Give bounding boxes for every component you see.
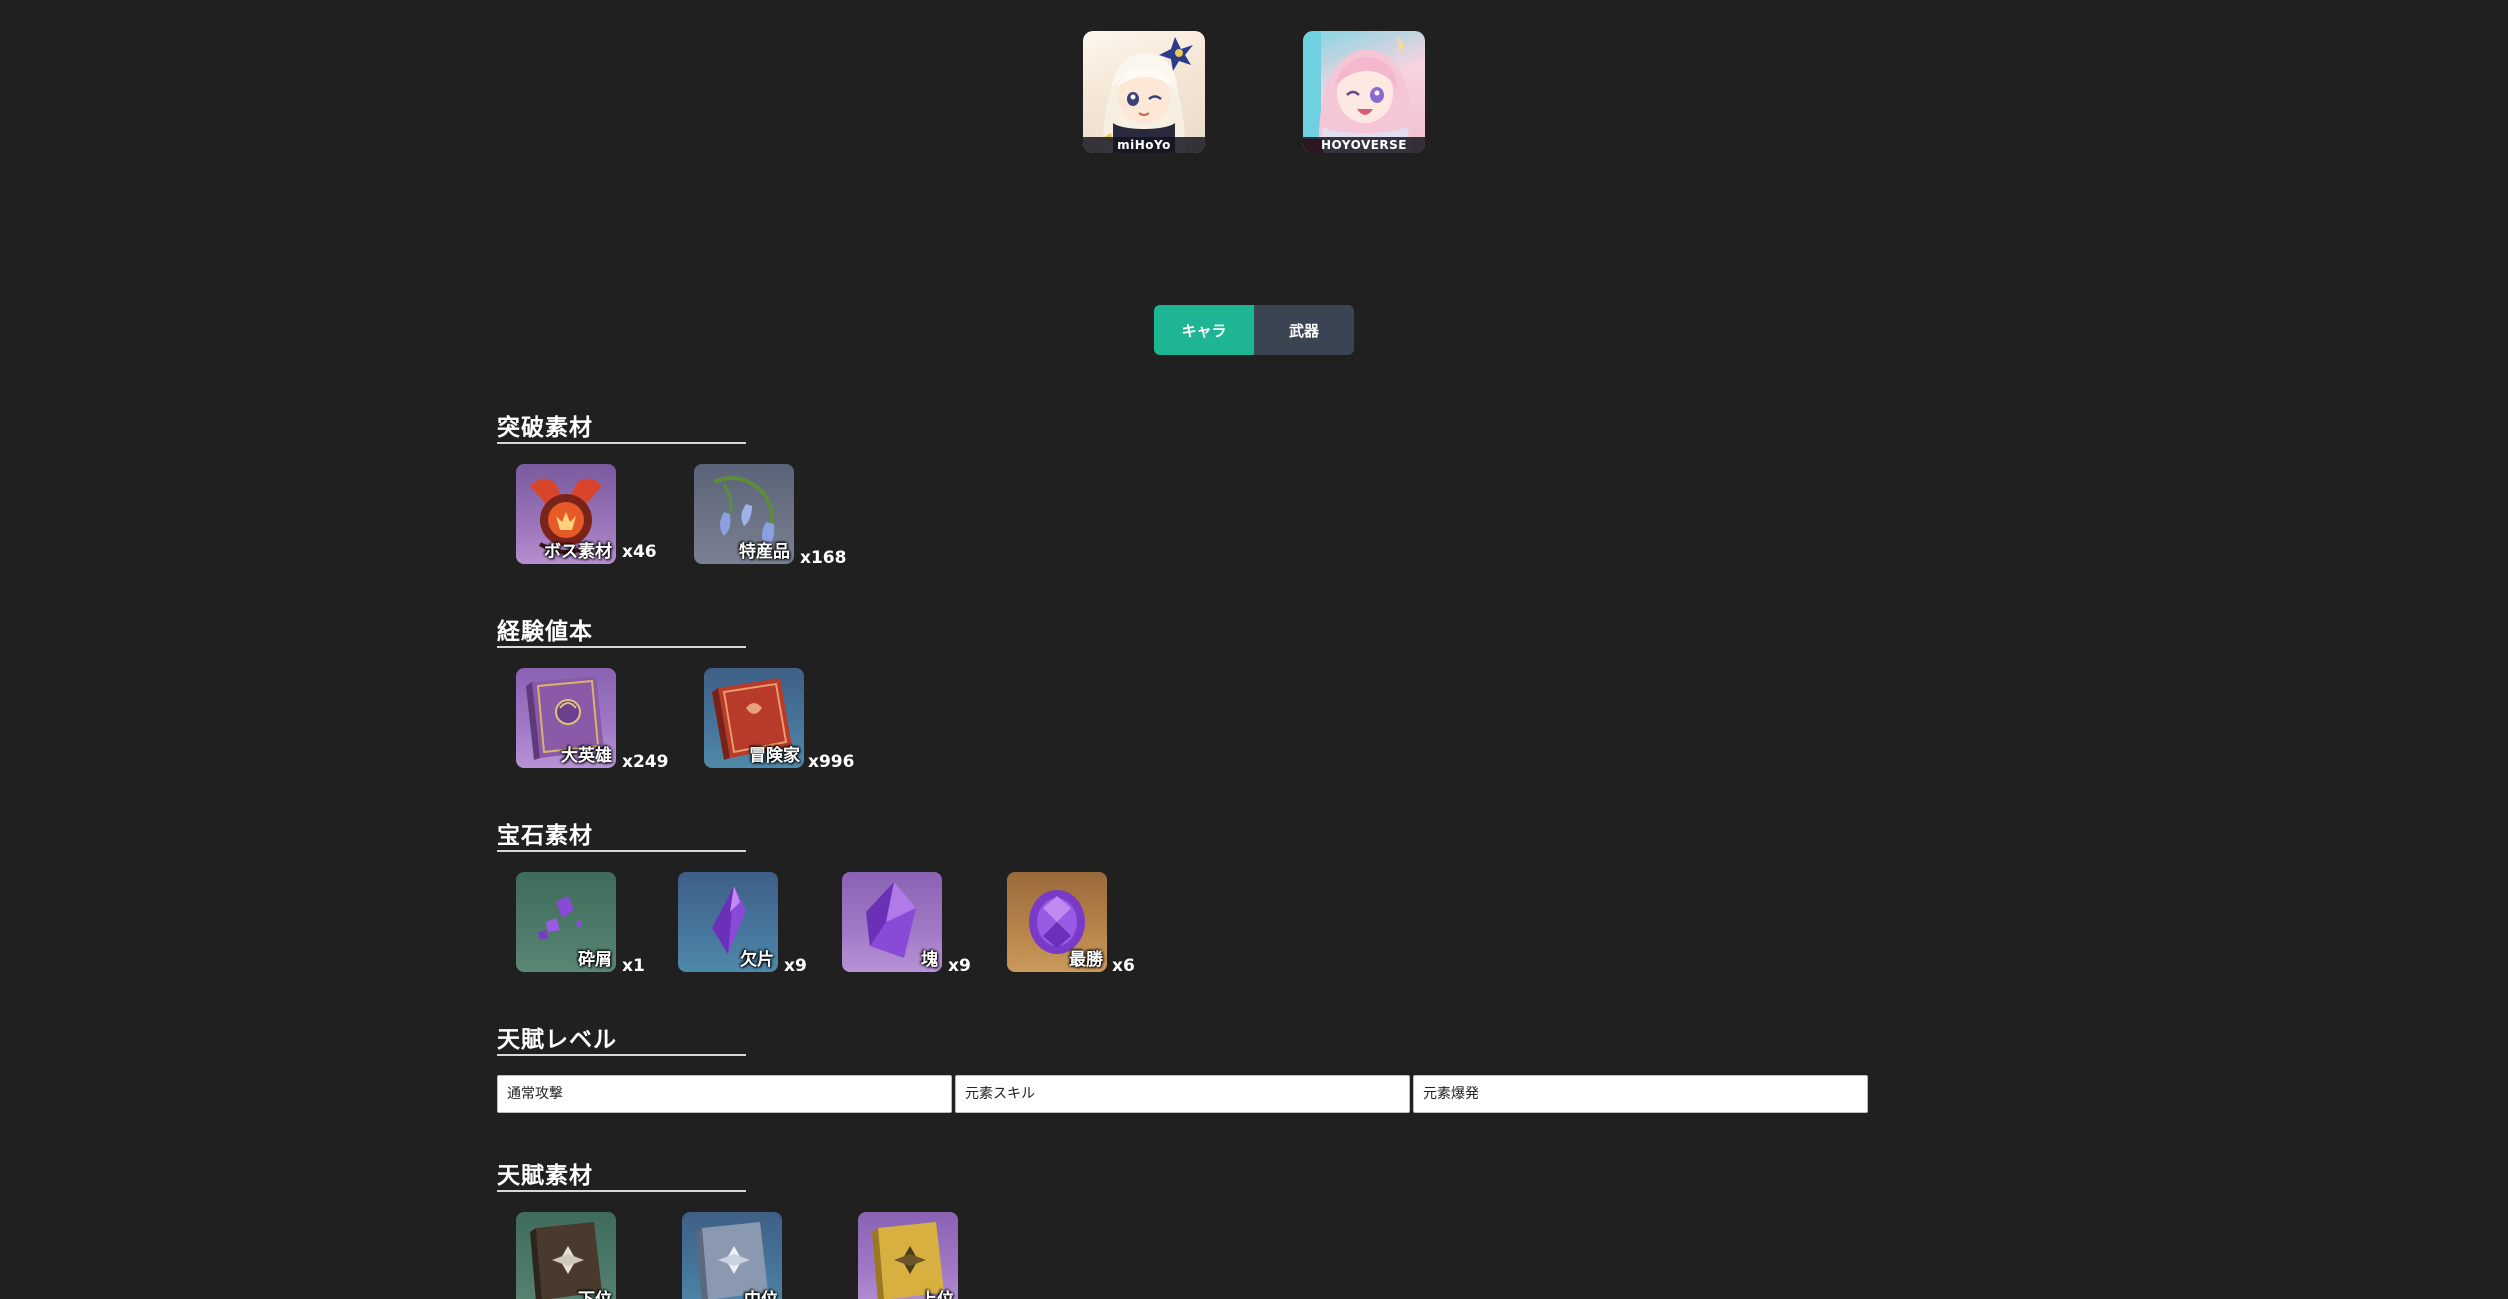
gem-fragment-quantity: x9 bbox=[784, 956, 807, 976]
talent-philosophies-label: 上位 bbox=[920, 1285, 954, 1299]
genshin-game-avatar-button[interactable]: miHoYo bbox=[1083, 31, 1205, 153]
gem-chunk-quantity: x9 bbox=[948, 956, 971, 976]
page: miHoYo HOYOVERSE キャラ 武器 突破素材 ボス素材 x46 特産… bbox=[0, 0, 2508, 1299]
local-specialty-label: 特産品 bbox=[739, 542, 790, 562]
heros-wit-label: 大英雄 bbox=[561, 746, 612, 766]
boss-material-label: ボス素材 bbox=[544, 542, 612, 562]
adventurers-experience-label: 冒険家 bbox=[749, 746, 800, 766]
adventurers-experience-tile: 冒険家 bbox=[704, 668, 804, 768]
starrail-game-avatar-button[interactable]: HOYOVERSE bbox=[1303, 31, 1425, 153]
character-weapon-toggle: キャラ 武器 bbox=[1154, 305, 1354, 355]
gem-sliver-label: 砕屑 bbox=[578, 950, 612, 970]
talent-guide-tile: 中位 bbox=[682, 1212, 782, 1299]
boss-material-quantity: x46 bbox=[622, 542, 657, 562]
gem-gemstone-quantity: x6 bbox=[1112, 956, 1135, 976]
march-7th-avatar-icon bbox=[1303, 31, 1412, 153]
talent-guide-label: 中位 bbox=[744, 1285, 778, 1299]
gem-sliver-quantity: x1 bbox=[622, 956, 645, 976]
paimon-avatar-icon bbox=[1101, 37, 1193, 153]
elemental-burst-level-input[interactable] bbox=[1413, 1075, 1868, 1113]
talent-teachings-tile: 下位 bbox=[516, 1212, 616, 1299]
weapon-tab-button[interactable]: 武器 bbox=[1254, 305, 1354, 355]
gem-gemstone-label: 最勝 bbox=[1069, 950, 1103, 970]
heros-wit-tile: 大英雄 bbox=[516, 668, 616, 768]
heros-wit-quantity: x249 bbox=[622, 752, 669, 772]
elemental-skill-level-input[interactable] bbox=[955, 1075, 1410, 1113]
adventurers-experience-quantity: x996 bbox=[808, 752, 855, 772]
character-tab-button[interactable]: キャラ bbox=[1154, 305, 1254, 355]
normal-attack-level-input[interactable] bbox=[497, 1075, 952, 1113]
talent-level-heading: 天賦レベル bbox=[497, 1026, 746, 1056]
gem-fragment-label: 欠片 bbox=[740, 950, 774, 970]
gem-chunk-tile: 塊 bbox=[842, 872, 942, 972]
gem-gemstone-tile: 最勝 bbox=[1007, 872, 1107, 972]
genshin-avatar-caption: miHoYo bbox=[1083, 137, 1205, 153]
talent-teachings-label: 下位 bbox=[578, 1285, 612, 1299]
local-specialty-quantity: x168 bbox=[800, 548, 847, 568]
starrail-avatar-caption: HOYOVERSE bbox=[1303, 137, 1425, 153]
gem-materials-heading: 宝石素材 bbox=[497, 822, 746, 852]
talent-materials-heading: 天賦素材 bbox=[497, 1162, 746, 1192]
gem-sliver-tile: 砕屑 bbox=[516, 872, 616, 972]
exp-books-heading: 経験値本 bbox=[497, 618, 746, 648]
ascension-materials-heading: 突破素材 bbox=[497, 414, 746, 444]
gem-fragment-tile: 欠片 bbox=[678, 872, 778, 972]
gem-chunk-label: 塊 bbox=[921, 950, 938, 970]
talent-philosophies-tile: 上位 bbox=[858, 1212, 958, 1299]
boss-material-tile: ボス素材 bbox=[516, 464, 616, 564]
local-specialty-tile: 特産品 bbox=[694, 464, 794, 564]
